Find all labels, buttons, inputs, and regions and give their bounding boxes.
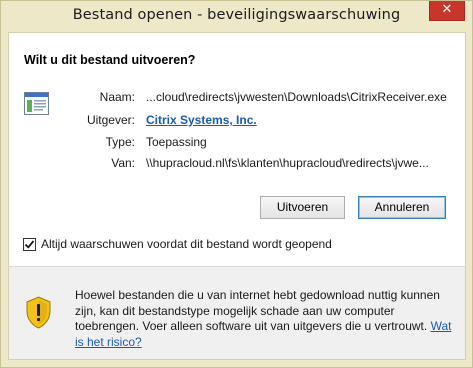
field-label: Naam:	[99, 90, 135, 104]
warning-panel: Hoewel bestanden die u van internet hebt…	[8, 266, 466, 360]
warning-text: Hoewel bestanden die u van internet hebt…	[75, 288, 440, 333]
file-name-value: ...cloud\redirects\jvwesten\Downloads\Ci…	[146, 90, 447, 104]
field-label: Type:	[105, 135, 135, 149]
window-title: Bestand openen - beveiligingswaarschuwin…	[72, 7, 401, 23]
always-warn-checkbox[interactable]	[23, 238, 36, 251]
file-type-value: Toepassing	[146, 135, 207, 149]
cancel-button[interactable]: Annuleren	[358, 196, 446, 219]
security-warning-dialog: Bestand openen - beveiligingswaarschuwin…	[0, 0, 473, 368]
publisher-link[interactable]: Citrix Systems, Inc.	[146, 113, 257, 127]
title-bar[interactable]: Bestand openen - beveiligingswaarschuwin…	[1, 1, 472, 32]
close-button[interactable]: ✕	[429, 1, 465, 21]
run-button[interactable]: Uitvoeren	[260, 196, 345, 219]
warning-shield-icon	[26, 296, 51, 329]
dialog-content: Wilt u dit bestand uitvoeren? Naam: ...c…	[8, 32, 466, 266]
close-icon: ✕	[441, 2, 453, 17]
dialog-question: Wilt u dit bestand uitvoeren?	[24, 53, 196, 67]
checkmark-icon	[24, 240, 35, 249]
warning-message: Hoewel bestanden die u van internet hebt…	[75, 288, 455, 350]
field-label: Uitgever:	[86, 113, 135, 127]
source-path-value: \\hupracloud.nl\fs\klanten\hupracloud\re…	[146, 156, 429, 170]
field-label: Van:	[111, 156, 135, 170]
always-warn-label: Altijd waarschuwen voordat dit bestand w…	[41, 237, 332, 251]
